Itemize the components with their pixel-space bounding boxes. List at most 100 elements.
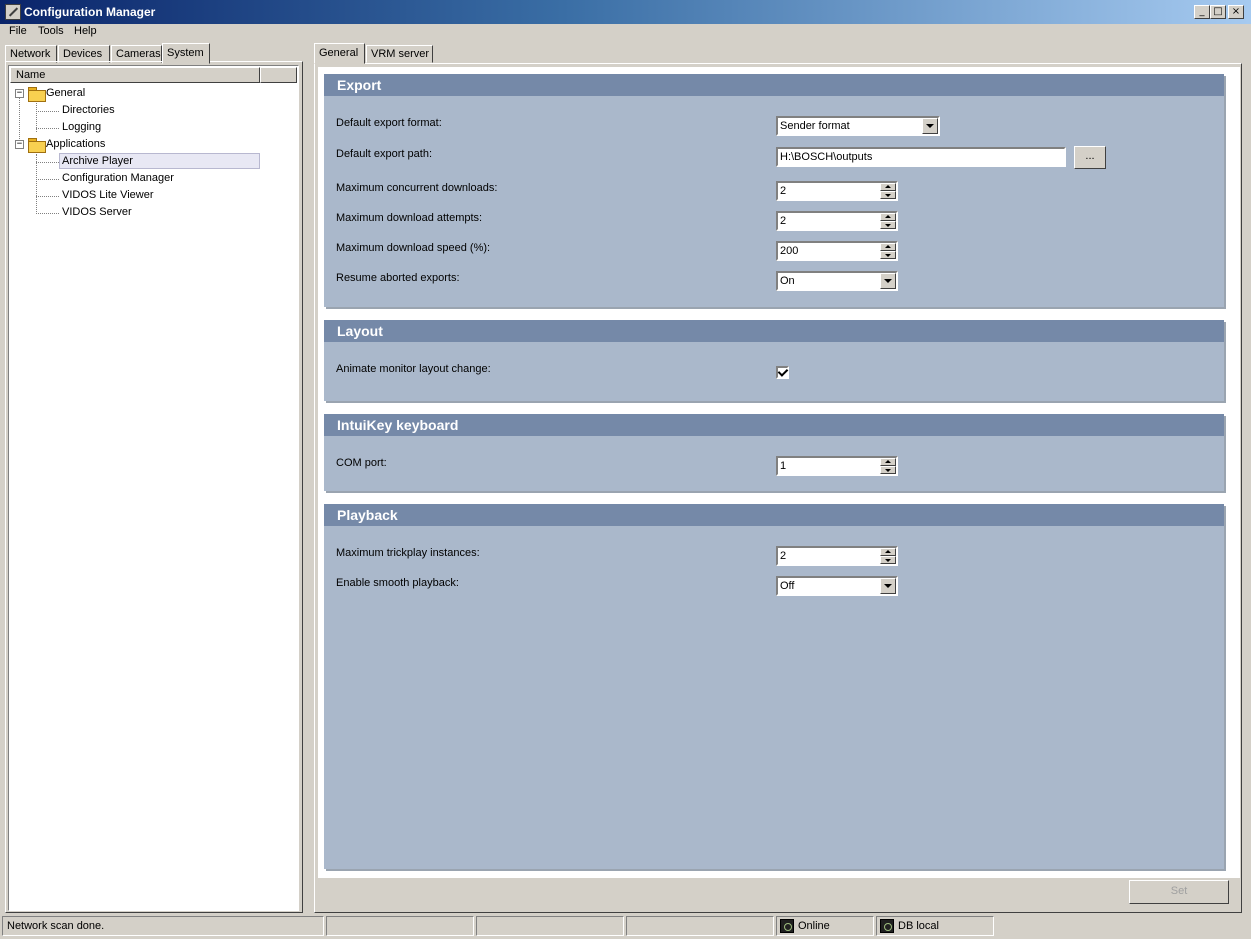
- default-export-format-label: Default export format:: [336, 117, 442, 129]
- max-trickplay-value: 2: [780, 550, 787, 562]
- collapse-general-icon[interactable]: −: [15, 89, 24, 98]
- intuikey-section: IntuiKey keyboard COM port: 1: [324, 414, 1224, 491]
- spin-down-icon[interactable]: [880, 556, 896, 564]
- tree-guide-line: [36, 179, 59, 180]
- tree-node-logging[interactable]: Logging: [60, 120, 103, 134]
- tree-header: Name: [10, 67, 297, 83]
- default-export-path-input[interactable]: H:\BOSCH\outputs: [776, 147, 1066, 167]
- set-button[interactable]: Set: [1129, 880, 1229, 904]
- max-concurrent-downloads-label: Maximum concurrent downloads:: [336, 182, 498, 194]
- window-title: Configuration Manager: [24, 5, 156, 19]
- intuikey-section-title: IntuiKey keyboard: [324, 414, 1224, 436]
- menu-help[interactable]: Help: [74, 25, 97, 37]
- smooth-playback-label: Enable smooth playback:: [336, 577, 459, 589]
- left-tab-strip: Network Devices Cameras System: [5, 43, 305, 64]
- status-bar: Network scan done. Online DB local: [0, 914, 1251, 939]
- tree-guide-line: [19, 98, 20, 145]
- menu-bar: File Tools Help: [0, 24, 1251, 41]
- app-wrench-icon[interactable]: [5, 4, 21, 20]
- smooth-playback-select[interactable]: Off: [776, 576, 898, 596]
- maximize-button[interactable]: □: [1210, 5, 1226, 19]
- com-port-label: COM port:: [336, 457, 387, 469]
- spin-down-icon[interactable]: [880, 191, 896, 199]
- menu-file[interactable]: File: [9, 25, 27, 37]
- tab-system[interactable]: System: [162, 43, 210, 64]
- status-db-label: DB local: [898, 920, 939, 932]
- max-download-attempts-label: Maximum download attempts:: [336, 212, 483, 224]
- default-export-format-value: Sender format: [780, 120, 850, 132]
- tree-guide-line: [36, 111, 59, 112]
- tree-node-directories[interactable]: Directories: [60, 103, 117, 117]
- max-download-speed-stepper[interactable]: 200: [776, 241, 898, 261]
- tab-vrm-server[interactable]: VRM server: [366, 45, 433, 63]
- tree-guide-line: [36, 213, 59, 214]
- max-download-attempts-value: 2: [780, 215, 787, 227]
- tree-node-configuration-manager[interactable]: Configuration Manager: [60, 171, 176, 185]
- status-online-label: Online: [798, 920, 830, 932]
- spin-up-icon[interactable]: [880, 213, 896, 221]
- animate-layout-checkbox[interactable]: [776, 366, 789, 379]
- status-db: DB local: [876, 916, 994, 936]
- export-section: Export Default export format: Sender for…: [324, 74, 1224, 307]
- folder-icon: [28, 138, 46, 153]
- tree-guide-line: [36, 196, 59, 197]
- minimize-button[interactable]: _: [1194, 5, 1210, 19]
- resume-aborted-exports-value: On: [780, 275, 795, 287]
- resume-aborted-exports-select[interactable]: On: [776, 271, 898, 291]
- spin-up-icon[interactable]: [880, 183, 896, 191]
- spin-up-icon[interactable]: [880, 243, 896, 251]
- title-bar: Configuration Manager _ □ ×: [0, 0, 1251, 24]
- status-cell-empty: [626, 916, 774, 936]
- tree-guide-line: [36, 154, 37, 214]
- tree-node-archive-player[interactable]: Archive Player: [59, 153, 260, 169]
- spin-up-icon[interactable]: [880, 458, 896, 466]
- max-download-speed-label: Maximum download speed (%):: [336, 242, 491, 254]
- com-port-value: 1: [780, 460, 787, 472]
- browse-button[interactable]: ...: [1074, 146, 1106, 169]
- playback-section: Playback Maximum trickplay instances: 2 …: [324, 504, 1224, 869]
- default-export-format-select[interactable]: Sender format: [776, 116, 940, 136]
- collapse-applications-icon[interactable]: −: [15, 140, 24, 149]
- spin-down-icon[interactable]: [880, 221, 896, 229]
- tree-guide-line: [36, 162, 59, 163]
- dropdown-arrow-icon[interactable]: [880, 578, 896, 594]
- network-status-icon: [780, 919, 794, 933]
- resume-aborted-exports-label: Resume aborted exports:: [336, 272, 460, 284]
- com-port-stepper[interactable]: 1: [776, 456, 898, 476]
- dropdown-arrow-icon[interactable]: [922, 118, 938, 134]
- export-section-title: Export: [324, 74, 1224, 96]
- max-trickplay-stepper[interactable]: 2: [776, 546, 898, 566]
- menu-tools[interactable]: Tools: [38, 25, 64, 37]
- tree-node-vidos-lite-viewer[interactable]: VIDOS Lite Viewer: [60, 188, 156, 202]
- status-cell-empty: [326, 916, 474, 936]
- max-download-speed-value: 200: [780, 245, 799, 257]
- tree-guide-line: [36, 128, 59, 129]
- tree-node-vidos-server[interactable]: VIDOS Server: [60, 205, 134, 219]
- tree-column-name[interactable]: Name: [10, 67, 260, 83]
- spin-down-icon[interactable]: [880, 466, 896, 474]
- status-message: Network scan done.: [2, 916, 324, 936]
- max-concurrent-downloads-value: 2: [780, 185, 787, 197]
- layout-section: Layout Animate monitor layout change:: [324, 320, 1224, 401]
- animate-layout-label: Animate monitor layout change:: [336, 363, 491, 375]
- tree-node-general[interactable]: General: [44, 86, 87, 100]
- tab-general[interactable]: General: [314, 43, 365, 64]
- right-tab-strip: General VRM server: [314, 43, 514, 64]
- spin-down-icon[interactable]: [880, 251, 896, 259]
- spin-up-icon[interactable]: [880, 548, 896, 556]
- close-button[interactable]: ×: [1228, 5, 1244, 19]
- max-download-attempts-stepper[interactable]: 2: [776, 211, 898, 231]
- layout-section-title: Layout: [324, 320, 1224, 342]
- tree-column-extra[interactable]: [260, 67, 297, 83]
- status-cell-empty: [476, 916, 624, 936]
- status-online: Online: [776, 916, 874, 936]
- database-status-icon: [880, 919, 894, 933]
- tree-node-applications[interactable]: Applications: [44, 137, 107, 151]
- smooth-playback-value: Off: [780, 580, 795, 592]
- dropdown-arrow-icon[interactable]: [880, 273, 896, 289]
- tree-view[interactable]: Name − General Directories Logging − App…: [8, 65, 299, 911]
- max-concurrent-downloads-stepper[interactable]: 2: [776, 181, 898, 201]
- max-trickplay-label: Maximum trickplay instances:: [336, 547, 480, 559]
- folder-icon: [28, 87, 46, 102]
- playback-section-title: Playback: [324, 504, 1224, 526]
